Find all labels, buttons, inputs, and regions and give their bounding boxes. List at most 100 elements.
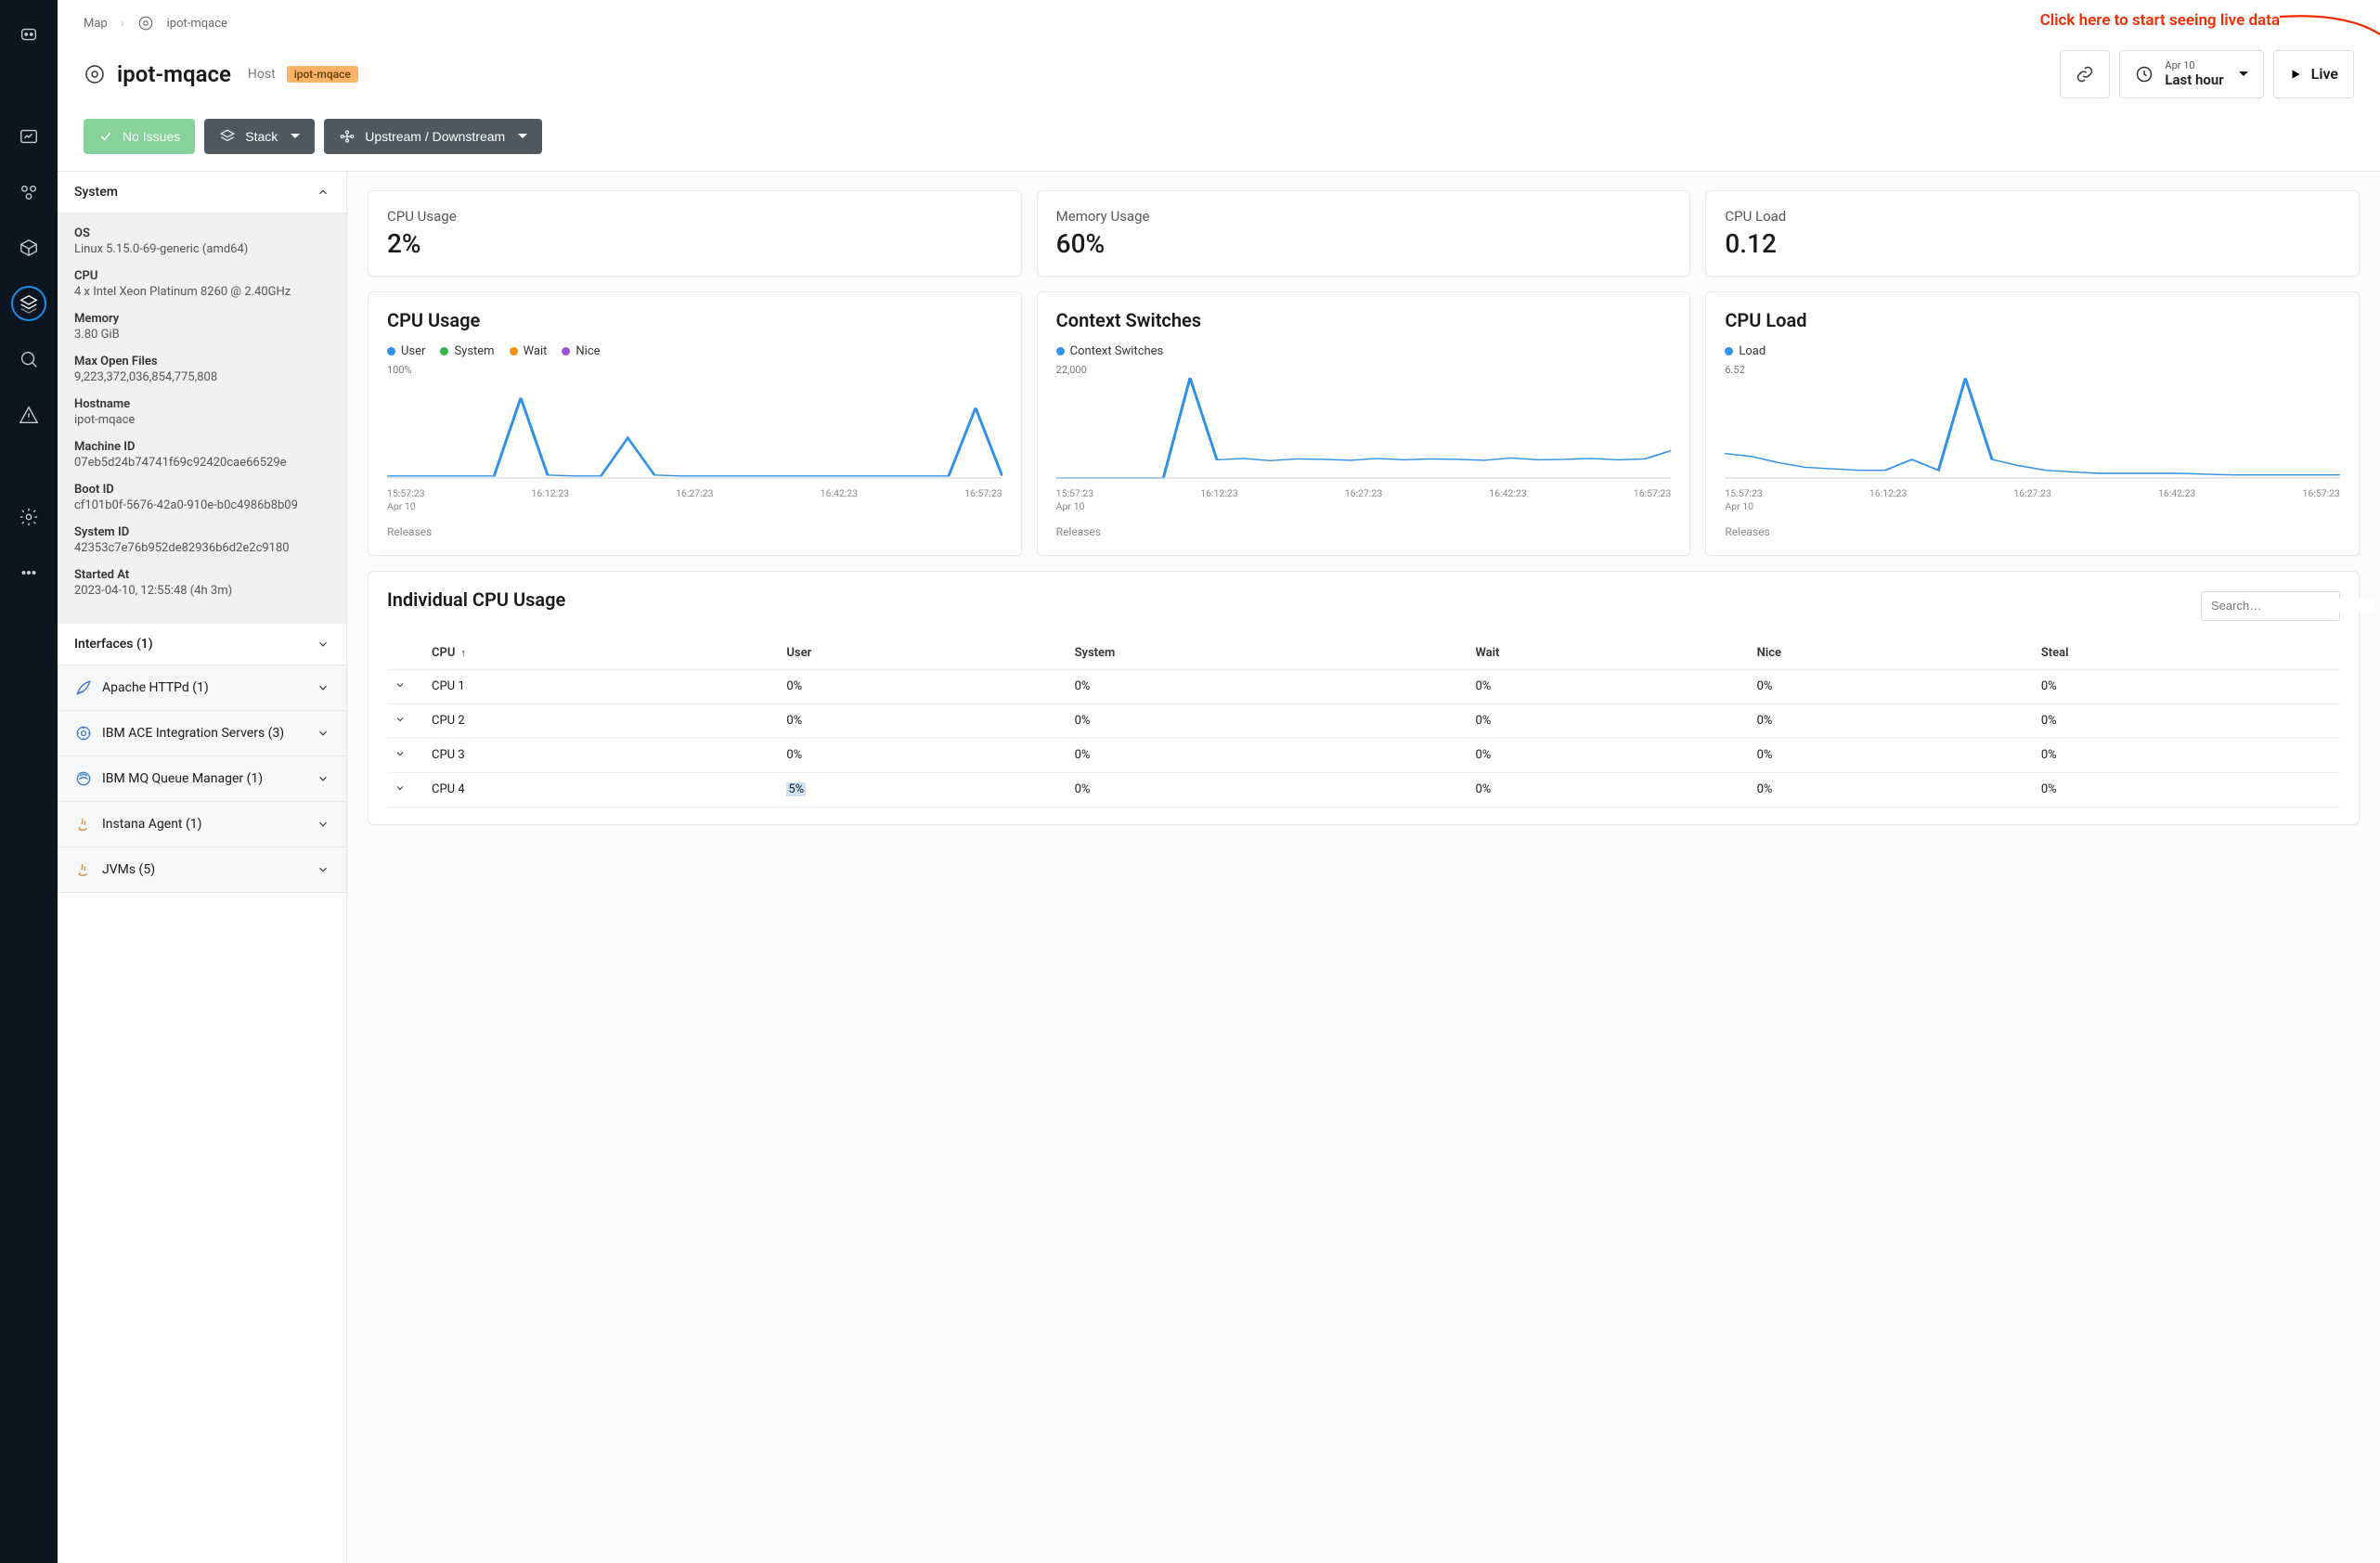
no-issues-button[interactable]: No Issues: [84, 119, 195, 154]
kv-value: 9,223,372,036,854,775,808: [74, 370, 330, 384]
releases-label[interactable]: Releases: [1056, 525, 1672, 538]
legend-item[interactable]: Nice: [562, 344, 600, 358]
kv-value: 07eb5d24b74741f69c92420cae66529e: [74, 456, 330, 470]
y-max: 6.52: [1725, 364, 2340, 376]
x-tick: 16:42:23: [821, 487, 859, 499]
chevron-up-icon: [317, 186, 330, 199]
section-label: JVMs (5): [102, 862, 155, 877]
kv-label: Memory: [74, 312, 330, 326]
legend-item[interactable]: Load: [1725, 344, 1766, 358]
kpi-label: CPU Load: [1725, 208, 2340, 225]
layers-icon: [219, 128, 236, 145]
more-icon[interactable]: [11, 555, 46, 590]
y-max: 100%: [387, 364, 1002, 376]
releases-label[interactable]: Releases: [1725, 525, 2340, 538]
kv-value: 4 x Intel Xeon Platinum 8260 @ 2.40GHz: [74, 285, 330, 299]
annotation-arrow-icon: [2280, 6, 2380, 71]
side-section[interactable]: Interfaces (1): [58, 624, 346, 665]
x-tick: 16:42:23: [2158, 487, 2196, 499]
table-row[interactable]: CPU 45%0%0%0%0%: [387, 772, 2340, 807]
kpi-value: 60%: [1056, 228, 1672, 259]
chevron-down-icon: [317, 638, 330, 651]
legend-item[interactable]: Context Switches: [1056, 344, 1164, 358]
column-header[interactable]: CPU↑: [424, 637, 779, 670]
time-date: Apr 10: [2165, 60, 2223, 72]
breadcrumb-leaf[interactable]: ipot-mqace: [167, 17, 227, 31]
y-max: 22,000: [1056, 364, 1672, 376]
kv-label: Started At: [74, 568, 330, 582]
releases-label[interactable]: Releases: [387, 525, 1002, 538]
settings-icon[interactable]: [11, 499, 46, 535]
table-row[interactable]: CPU 10%0%0%0%0%: [387, 669, 2340, 704]
chevron-down-icon: [317, 681, 330, 694]
column-header[interactable]: System: [1067, 637, 1468, 670]
column-header[interactable]: Nice: [1750, 637, 2034, 670]
legend-dot: [1056, 347, 1065, 355]
x-tick: 15:57:23: [1725, 487, 1763, 499]
expand-row-icon[interactable]: [387, 704, 424, 738]
x-tick: 16:12:23: [1869, 487, 1908, 499]
time-range-picker[interactable]: Apr 10 Last hour: [2119, 50, 2263, 98]
tech-icon: [74, 769, 93, 788]
kv-label: CPU: [74, 269, 330, 283]
side-section[interactable]: IBM ACE Integration Servers (3): [58, 711, 346, 756]
legend-item[interactable]: System: [440, 344, 494, 358]
side-section[interactable]: IBM MQ Queue Manager (1): [58, 756, 346, 802]
section-label: IBM ACE Integration Servers (3): [102, 726, 284, 741]
table-row[interactable]: CPU 30%0%0%0%0%: [387, 738, 2340, 772]
logo-icon[interactable]: [11, 17, 46, 52]
side-section[interactable]: JVMs (5): [58, 847, 346, 893]
host-icon: [137, 15, 154, 32]
x-tick: 15:57:23: [387, 487, 425, 499]
host-badge[interactable]: ipot-mqace: [287, 66, 358, 83]
dashboard-icon[interactable]: [11, 119, 46, 154]
expand-row-icon[interactable]: [387, 738, 424, 772]
analyze-icon[interactable]: [11, 342, 46, 377]
chart-title: CPU Load: [1725, 309, 2340, 331]
search-input[interactable]: [2201, 591, 2340, 621]
clock-icon: [2135, 65, 2154, 84]
column-header[interactable]: User: [779, 637, 1067, 670]
side-panel: System OSLinux 5.15.0-69-generic (amd64)…: [58, 172, 347, 1563]
system-section-header[interactable]: System: [58, 172, 346, 213]
cpu-table: CPU↑UserSystemWaitNiceSteal CPU 10%0%0%0…: [387, 637, 2340, 807]
chevron-down-icon: [317, 772, 330, 785]
cpu-load-chart-card: CPU Load Load 6.52 15:57:2316:12:2316:27…: [1705, 291, 2360, 556]
tech-icon: [74, 724, 93, 743]
link-button[interactable]: [2060, 50, 2110, 98]
stack-button[interactable]: Stack: [204, 119, 315, 154]
kv-label: System ID: [74, 525, 330, 539]
kv-value: cf101b0f-5676-42a0-910e-b0c4986b8b09: [74, 498, 330, 512]
breadcrumb-root[interactable]: Map: [84, 17, 108, 31]
tech-icon: [74, 678, 93, 697]
expand-row-icon[interactable]: [387, 772, 424, 807]
kv-value: 2023-04-10, 12:55:48 (4h 3m): [74, 584, 330, 598]
section-label: Instana Agent (1): [102, 817, 202, 832]
dashboard: CPU Usage2%Memory Usage60%CPU Load0.12 C…: [347, 172, 2380, 1563]
x-tick: 16:27:23: [1345, 487, 1383, 499]
kpi-label: Memory Usage: [1056, 208, 1672, 225]
table-row[interactable]: CPU 20%0%0%0%0%: [387, 704, 2340, 738]
expand-row-icon[interactable]: [387, 669, 424, 704]
side-section[interactable]: Instana Agent (1): [58, 802, 346, 847]
services-icon[interactable]: [11, 174, 46, 210]
x-tick: 16:12:23: [1200, 487, 1238, 499]
box-icon[interactable]: [11, 230, 46, 265]
x-tick: 16:12:23: [532, 487, 570, 499]
legend-item[interactable]: Wait: [510, 344, 548, 358]
card-title: Individual CPU Usage: [387, 588, 565, 611]
alert-icon[interactable]: [11, 397, 46, 433]
legend-dot: [440, 347, 448, 355]
legend-item[interactable]: User: [387, 344, 425, 358]
time-range: Last hour: [2165, 72, 2223, 88]
tech-icon: [74, 860, 93, 879]
kv-value: 42353c7e76b952de82936b6d2e2c9180: [74, 541, 330, 555]
annotation: Click here to start seeing live data: [2040, 11, 2280, 30]
column-header[interactable]: Steal: [2034, 637, 2340, 670]
stack-icon[interactable]: [11, 286, 46, 321]
x-date: Apr 10: [387, 500, 1002, 512]
upstream-downstream-button[interactable]: Upstream / Downstream: [324, 119, 542, 154]
side-section[interactable]: Apache HTTPd (1): [58, 665, 346, 711]
column-header[interactable]: Wait: [1468, 637, 1749, 670]
graph-icon: [339, 128, 356, 145]
